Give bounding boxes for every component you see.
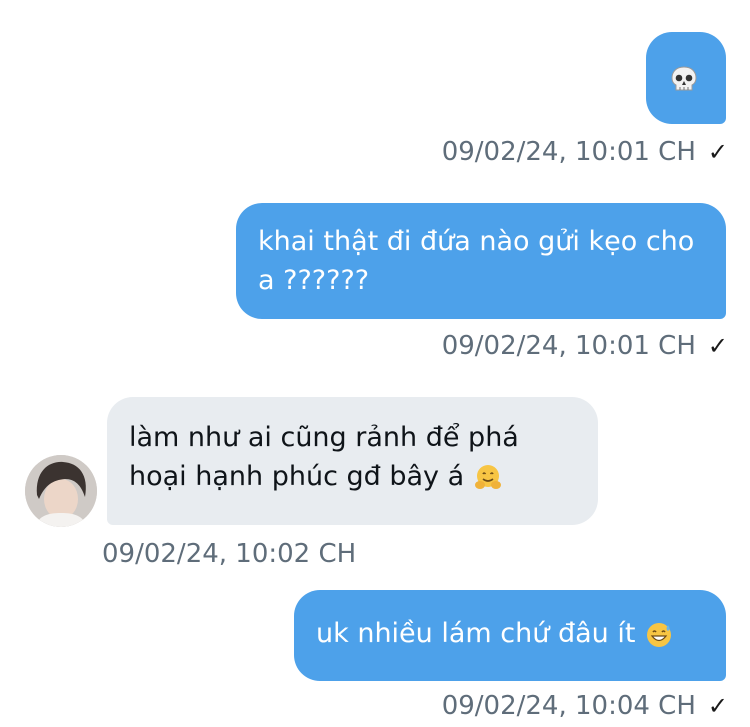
message-timestamp: 09/02/24, 10:02 CH [102, 538, 356, 570]
message-timestamp: 09/02/24, 10:01 CH ✓ [442, 136, 728, 168]
message-timestamp: 09/02/24, 10:04 CH ✓ [442, 690, 728, 722]
message-text: uk nhiều lám chứ đâu ít [316, 618, 636, 649]
checkmark-icon: ✓ [707, 692, 728, 720]
message-bubble-incoming[interactable]: làm như ai cũng rảnh để phá hoại hạnh ph… [107, 397, 598, 525]
message-bubble-outgoing[interactable]: khai thật đi đứa nào gửi kẹo cho a ?????… [236, 203, 726, 319]
hugging-face-emoji-icon [474, 464, 501, 489]
message-bubble-outgoing[interactable]: uk nhiều lám chứ đâu ít [294, 590, 726, 681]
timestamp-text: 09/02/24, 10:04 CH [441, 691, 696, 721]
avatar-photo [25, 455, 97, 527]
timestamp-text: 09/02/24, 10:02 CH [102, 539, 357, 569]
checkmark-icon: ✓ [707, 332, 728, 360]
avatar[interactable] [25, 455, 97, 527]
message-timestamp: 09/02/24, 10:01 CH ✓ [442, 330, 728, 362]
timestamp-text: 09/02/24, 10:01 CH [441, 331, 696, 361]
skull-emoji-icon [671, 66, 697, 91]
checkmark-icon: ✓ [707, 138, 728, 166]
message-bubble-outgoing[interactable] [646, 32, 726, 124]
grinning-sweat-face-emoji-icon [647, 622, 672, 647]
timestamp-text: 09/02/24, 10:01 CH [441, 137, 696, 167]
message-text: làm như ai cũng rảnh để phá hoại hạnh ph… [129, 422, 519, 492]
message-text: khai thật đi đứa nào gửi kẹo cho a ?????… [258, 226, 695, 296]
